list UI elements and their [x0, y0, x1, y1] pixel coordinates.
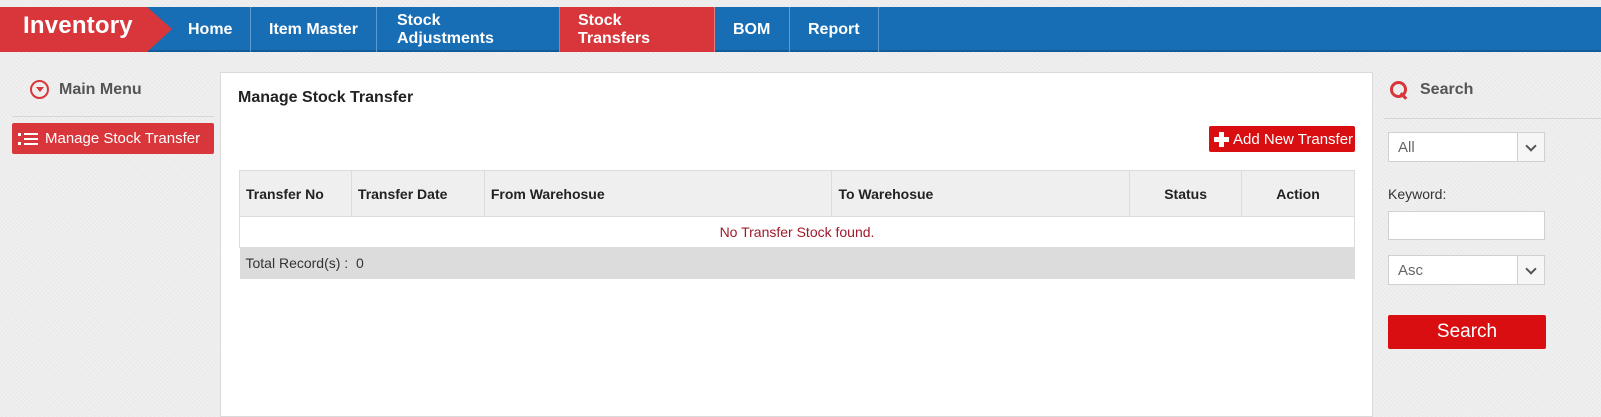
nav-stock-adjustments[interactable]: Stock Adjustments: [377, 7, 560, 52]
add-new-transfer-button[interactable]: Add New Transfer: [1209, 126, 1355, 152]
brand-title: Inventory: [23, 12, 133, 39]
nav-home-label: Home: [188, 20, 233, 38]
main-panel: Manage Stock Transfer Add New Transfer T…: [220, 72, 1373, 417]
nav-report-label: Report: [808, 20, 860, 38]
total-records-label: Total Record(s) :: [245, 255, 349, 272]
nav-stock-transfers[interactable]: Stock Transfers: [560, 7, 715, 52]
search-divider: [1384, 118, 1601, 119]
nav-bom-label: BOM: [733, 20, 771, 38]
search-heading: Search: [1420, 81, 1474, 98]
table-footer-row: Total Record(s) : 0: [239, 247, 1355, 279]
filter-select-value: All: [1398, 138, 1415, 156]
col-action: Action: [1241, 170, 1355, 217]
filter-select[interactable]: All: [1388, 132, 1545, 162]
col-transfer-no[interactable]: Transfer No: [239, 170, 352, 217]
main-nav: Home Item Master Stock Adjustments Stock…: [172, 7, 879, 52]
search-header: Search: [1390, 81, 1473, 99]
main-menu-header[interactable]: Main Menu: [30, 80, 142, 99]
sort-select-value: Asc: [1398, 261, 1424, 279]
col-status[interactable]: Status: [1129, 170, 1243, 217]
transfer-table: Transfer No Transfer Date From Warehosue…: [239, 170, 1355, 279]
plus-icon: [1214, 131, 1229, 147]
keyword-input[interactable]: [1388, 211, 1545, 240]
table-header-row: Transfer No Transfer Date From Warehosue…: [239, 170, 1355, 217]
page-title: Manage Stock Transfer: [238, 89, 414, 106]
sidebar-divider: [12, 116, 214, 117]
nav-bom[interactable]: BOM: [715, 7, 790, 52]
nav-stock-transfers-label: Stock Transfers: [578, 11, 651, 47]
search-button-label: Search: [1436, 321, 1498, 342]
chevron-down-icon: [1517, 133, 1544, 161]
brand-logo[interactable]: Inventory: [0, 7, 172, 52]
col-to-warehouse[interactable]: To Warehosue: [831, 170, 1131, 217]
col-from-warehouse[interactable]: From Warehosue: [483, 170, 833, 217]
keyword-label: Keyword:: [1388, 186, 1447, 202]
main-menu-label: Main Menu: [59, 80, 142, 98]
search-button[interactable]: Search: [1388, 315, 1546, 349]
chevron-down-circle-icon: [30, 80, 49, 99]
total-records-value: 0: [355, 255, 364, 272]
sidebar-item-label: Manage Stock Transfer: [45, 130, 201, 147]
chevron-down-icon: [1517, 256, 1544, 284]
add-new-transfer-label: Add New Transfer: [1233, 130, 1354, 148]
nav-report[interactable]: Report: [790, 7, 879, 52]
list-icon: [18, 131, 38, 147]
nav-home[interactable]: Home: [172, 7, 251, 52]
nav-item-master[interactable]: Item Master: [251, 7, 377, 52]
total-records: Total Record(s) : 0: [239, 247, 1355, 279]
table-empty-row: No Transfer Stock found.: [239, 216, 1355, 248]
sort-select[interactable]: Asc: [1388, 255, 1545, 285]
sidebar-item-manage-stock-transfer[interactable]: Manage Stock Transfer: [12, 123, 214, 154]
empty-message: No Transfer Stock found.: [239, 216, 1355, 248]
search-icon: [1390, 81, 1408, 99]
nav-stock-adjustments-label: Stock Adjustments: [397, 11, 494, 47]
col-transfer-date[interactable]: Transfer Date: [350, 170, 485, 217]
nav-item-master-label: Item Master: [269, 20, 358, 38]
